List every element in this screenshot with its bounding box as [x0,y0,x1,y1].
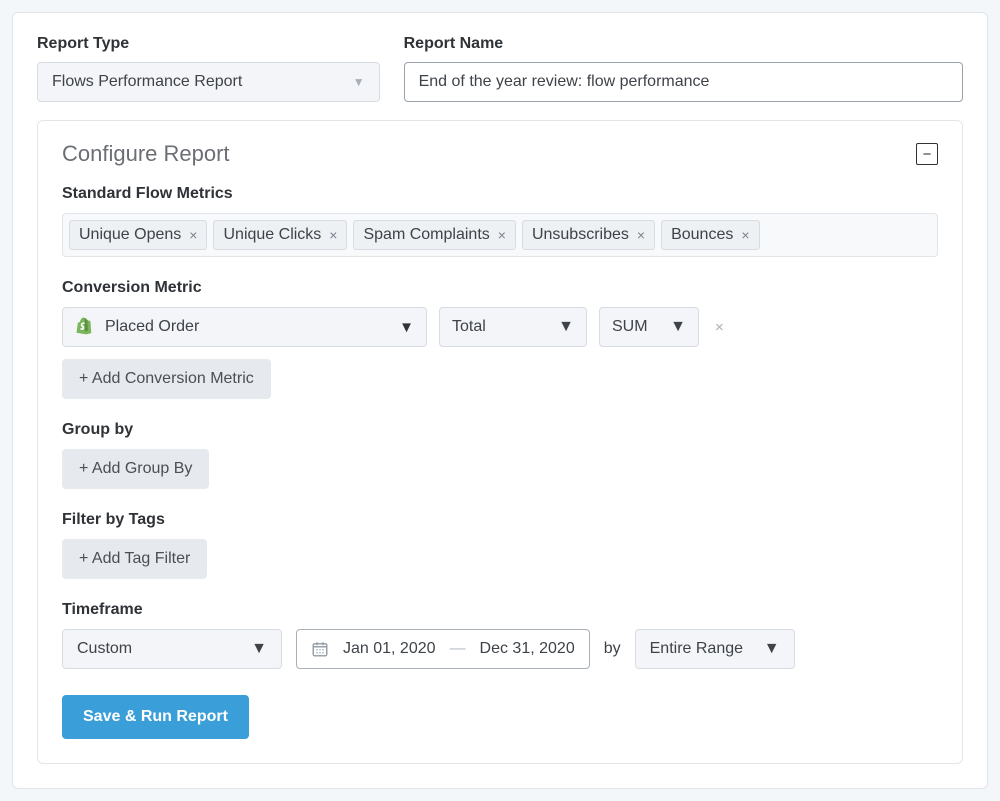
remove-tag-icon[interactable]: × [329,227,337,243]
report-type-value: Flows Performance Report [52,73,242,91]
by-label: by [604,640,621,658]
metric-tag-label: Unique Opens [79,226,181,244]
report-name-field: Report Name [404,35,963,102]
conversion-metric-label: Conversion Metric [62,279,938,297]
conversion-metric-select[interactable]: Placed Order ▼ [62,307,427,347]
top-row: Report Type Flows Performance Report ▼ R… [37,35,963,102]
chevron-down-icon: ▼ [353,75,365,89]
conversion-metric-section: Conversion Metric Placed Order ▼ [62,279,938,399]
timeframe-mode-select[interactable]: Custom ▼ [62,629,282,669]
chevron-down-icon: ▼ [251,640,267,658]
chevron-down-icon: ▼ [399,319,414,336]
remove-tag-icon[interactable]: × [741,227,749,243]
metric-tag-label: Bounces [671,226,733,244]
report-name-label: Report Name [404,35,963,53]
standard-metrics-label: Standard Flow Metrics [62,185,938,203]
add-group-by-button[interactable]: + Add Group By [62,449,209,489]
remove-tag-icon[interactable]: × [637,227,645,243]
shopify-icon [73,316,95,338]
configure-header: Configure Report − [62,141,938,167]
conversion-aggregate2-value: SUM [612,318,648,336]
standard-metrics-tags[interactable]: Unique Opens × Unique Clicks × Spam Comp… [62,213,938,257]
timeframe-section: Timeframe Custom ▼ [62,601,938,669]
date-start: Jan 01, 2020 [343,640,436,658]
conversion-aggregate2-select[interactable]: SUM ▼ [599,307,699,347]
metric-tag-label: Spam Complaints [363,226,489,244]
report-type-select[interactable]: Flows Performance Report ▼ [37,62,380,102]
remove-tag-icon[interactable]: × [189,227,197,243]
conversion-aggregate1-select[interactable]: Total ▼ [439,307,587,347]
timeframe-range-value: Entire Range [650,640,743,658]
add-conversion-metric-button[interactable]: + Add Conversion Metric [62,359,271,399]
metric-tag: Bounces × [661,220,759,250]
collapse-button[interactable]: − [916,143,938,165]
report-builder-card: Report Type Flows Performance Report ▼ R… [12,12,988,789]
remove-conversion-icon[interactable]: × [711,319,728,336]
metric-tag: Unsubscribes × [522,220,655,250]
metric-tag-label: Unsubscribes [532,226,629,244]
minus-icon: − [923,147,932,162]
configure-report-panel: Configure Report − Standard Flow Metrics… [37,120,963,764]
report-type-label: Report Type [37,35,380,53]
metric-tag: Unique Clicks × [213,220,347,250]
save-run-report-button[interactable]: Save & Run Report [62,695,249,739]
conversion-metric-value: Placed Order [105,318,399,336]
calendar-icon [311,640,329,658]
chevron-down-icon: ▼ [558,318,574,336]
group-by-section: Group by + Add Group By [62,421,938,489]
conversion-aggregate1-value: Total [452,318,486,336]
chevron-down-icon: ▼ [670,318,686,336]
report-name-input[interactable] [404,62,963,102]
conversion-metric-row: Placed Order ▼ Total ▼ SUM ▼ × [62,307,938,347]
chevron-down-icon: ▼ [764,640,780,658]
metric-tag-label: Unique Clicks [223,226,321,244]
timeframe-row: Custom ▼ [62,629,938,669]
add-tag-filter-button[interactable]: + Add Tag Filter [62,539,207,579]
timeframe-label: Timeframe [62,601,938,619]
remove-tag-icon[interactable]: × [498,227,506,243]
date-range-picker[interactable]: Jan 01, 2020 — Dec 31, 2020 [296,629,590,669]
filter-by-tags-section: Filter by Tags + Add Tag Filter [62,511,938,579]
timeframe-mode-value: Custom [77,640,132,658]
timeframe-range-select[interactable]: Entire Range ▼ [635,629,795,669]
metric-tag: Unique Opens × [69,220,207,250]
configure-title: Configure Report [62,141,230,167]
standard-metrics-section: Standard Flow Metrics Unique Opens × Uni… [62,185,938,257]
date-end: Dec 31, 2020 [480,640,575,658]
metric-tag: Spam Complaints × [353,220,515,250]
group-by-label: Group by [62,421,938,439]
date-separator: — [450,640,466,658]
filter-by-tags-label: Filter by Tags [62,511,938,529]
report-type-field: Report Type Flows Performance Report ▼ [37,35,380,102]
